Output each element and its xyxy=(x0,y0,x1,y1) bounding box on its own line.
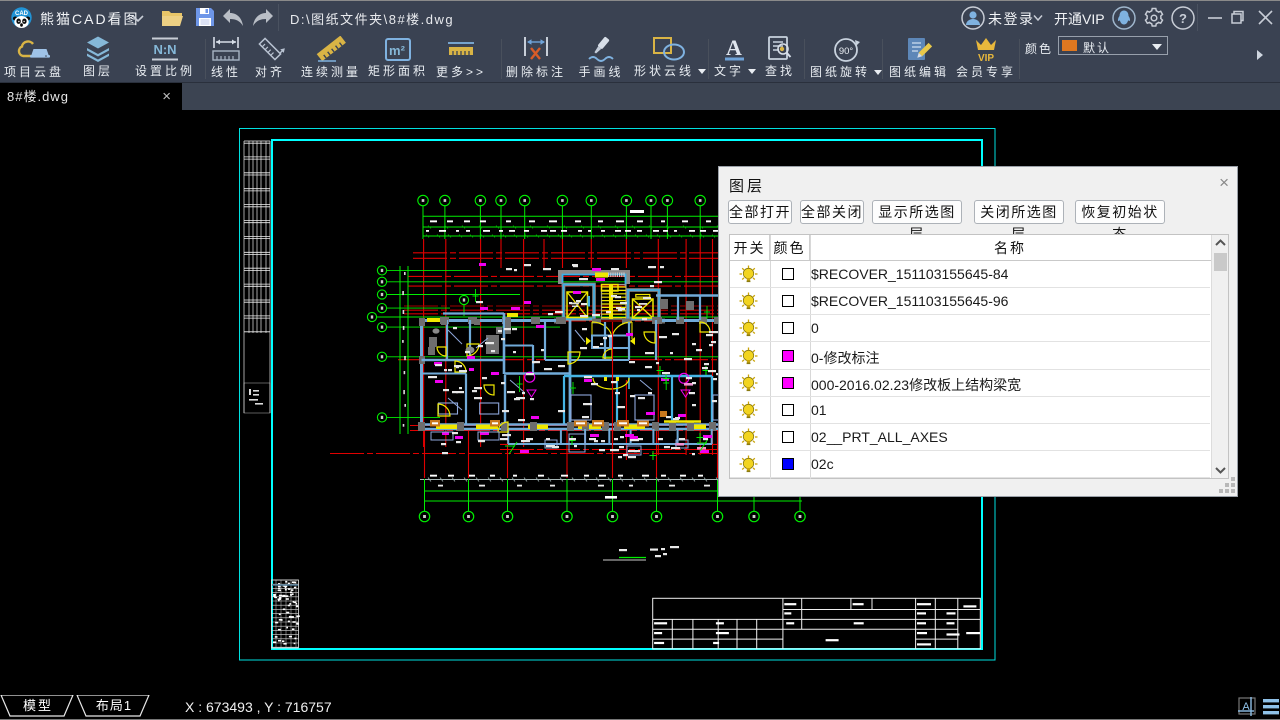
svg-text:m²: m² xyxy=(389,43,406,58)
svg-text:A: A xyxy=(726,36,742,60)
svg-text:布局1: 布局1 xyxy=(96,698,132,713)
svg-text:VIP: VIP xyxy=(978,53,994,63)
svg-text:90°: 90° xyxy=(839,46,854,57)
svg-text:模型: 模型 xyxy=(23,698,53,713)
svg-text:?: ? xyxy=(1179,11,1187,26)
svg-text:N:N: N:N xyxy=(153,42,176,57)
